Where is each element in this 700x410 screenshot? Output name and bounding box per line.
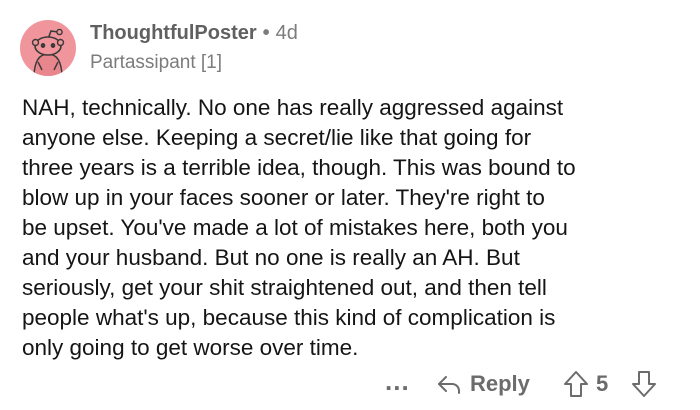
- comment-actions: ... Reply 5: [0, 366, 700, 402]
- comment-age: 4d: [275, 22, 298, 44]
- avatar[interactable]: [20, 20, 76, 76]
- comment-body: NAH, technically. No one has really aggr…: [22, 95, 576, 360]
- downvote-arrow-icon[interactable]: [631, 370, 657, 398]
- reply-label: Reply: [470, 371, 530, 396]
- snoo-avatar-icon: [31, 28, 65, 76]
- user-flair: Partassipant [1]: [90, 52, 223, 73]
- comment-meta: ThoughtfulPoster • 4d Partassipant [1]: [90, 20, 298, 80]
- more-options-button[interactable]: ...: [385, 366, 410, 402]
- reply-arrow-icon: [436, 371, 462, 397]
- comment-header: ThoughtfulPoster • 4d: [90, 20, 298, 46]
- reply-button[interactable]: Reply: [436, 366, 530, 402]
- comment-card: ThoughtfulPoster • 4d Partassipant [1] NAH…: [0, 0, 700, 410]
- vote-score: 5: [596, 371, 609, 396]
- username-link[interactable]: ThoughtfulPoster: [90, 22, 257, 44]
- separator-dot: •: [262, 22, 270, 44]
- upvote-arrow-icon[interactable]: [563, 370, 589, 398]
